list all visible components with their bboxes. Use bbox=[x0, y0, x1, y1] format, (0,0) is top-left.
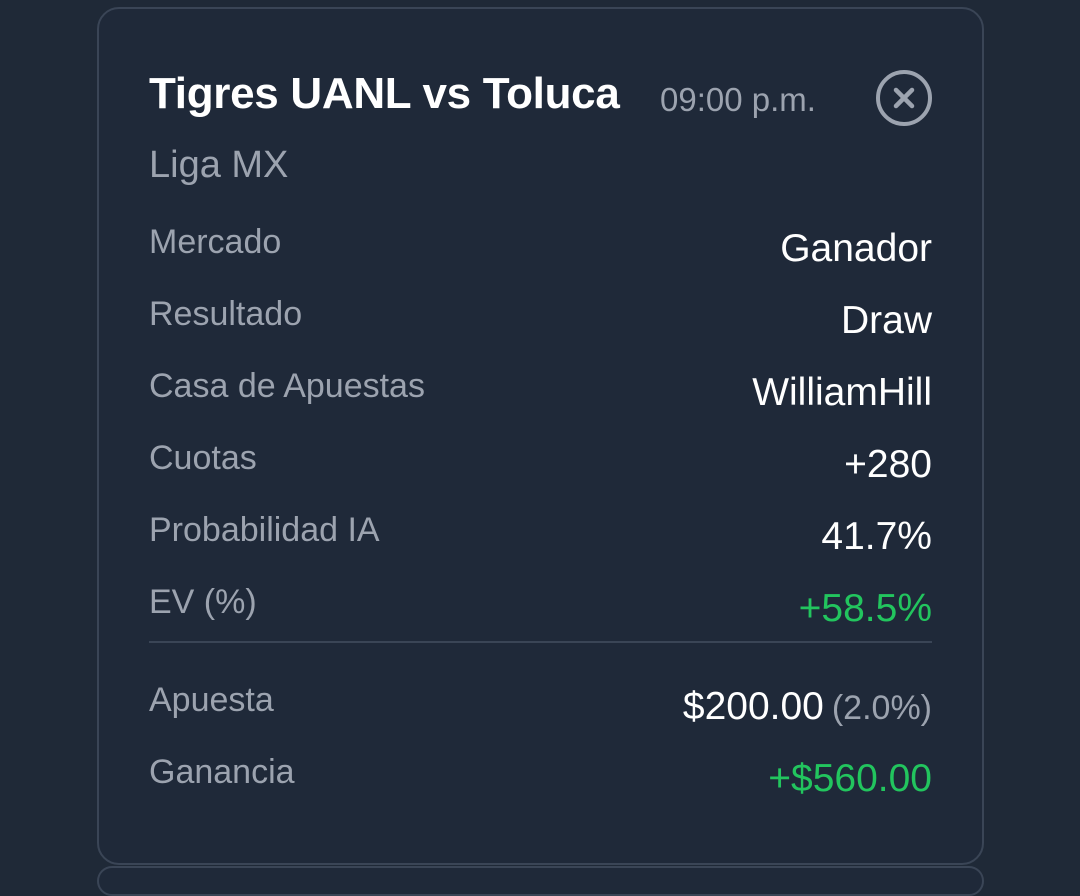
stake-amount: $200.00 bbox=[682, 685, 824, 728]
next-bet-card-edge bbox=[97, 866, 984, 896]
market-label: Mercado bbox=[149, 223, 282, 261]
league-name: Liga MX bbox=[149, 144, 289, 186]
ev-value: +58.5% bbox=[798, 587, 932, 630]
close-button[interactable] bbox=[876, 70, 932, 126]
profit-value: +$560.00 bbox=[768, 757, 932, 800]
bookmaker-value: WilliamHill bbox=[752, 371, 932, 414]
stake-row: Apuesta $200.00 (2.0%) bbox=[149, 677, 932, 749]
ai-probability-label: Probabilidad IA bbox=[149, 511, 380, 549]
match-time: 09:00 p.m. bbox=[660, 81, 816, 118]
stake-summary: Apuesta $200.00 (2.0%) Ganancia +$560.00 bbox=[149, 677, 932, 821]
odds-value: +280 bbox=[844, 443, 932, 486]
stake-value: $200.00 (2.0%) bbox=[683, 685, 932, 729]
detail-row-ai-probability: Probabilidad IA 41.7% bbox=[149, 507, 932, 579]
detail-row-odds: Cuotas +280 bbox=[149, 435, 932, 507]
match-title: Tigres UANL vs Toluca bbox=[149, 69, 620, 118]
ev-label: EV (%) bbox=[149, 583, 257, 621]
card-header: Tigres UANL vs Toluca 09:00 p.m. bbox=[149, 69, 932, 133]
market-value: Ganador bbox=[780, 227, 932, 270]
profit-label: Ganancia bbox=[149, 753, 295, 791]
detail-row-result: Resultado Draw bbox=[149, 291, 932, 363]
ai-probability-value: 41.7% bbox=[821, 515, 932, 558]
bet-card: Tigres UANL vs Toluca 09:00 p.m. Liga MX… bbox=[97, 7, 984, 865]
detail-row-bookmaker: Casa de Apuestas WilliamHill bbox=[149, 363, 932, 435]
stake-percent: (2.0%) bbox=[831, 689, 932, 727]
bet-details: Mercado Ganador Resultado Draw Casa de A… bbox=[149, 219, 932, 651]
profit-row: Ganancia +$560.00 bbox=[149, 749, 932, 821]
stake-label: Apuesta bbox=[149, 681, 274, 719]
bookmaker-label: Casa de Apuestas bbox=[149, 367, 425, 405]
result-label: Resultado bbox=[149, 295, 303, 333]
result-value: Draw bbox=[840, 299, 932, 342]
section-divider bbox=[149, 641, 932, 643]
detail-row-market: Mercado Ganador bbox=[149, 219, 932, 291]
close-icon bbox=[893, 87, 915, 109]
odds-label: Cuotas bbox=[149, 439, 257, 477]
